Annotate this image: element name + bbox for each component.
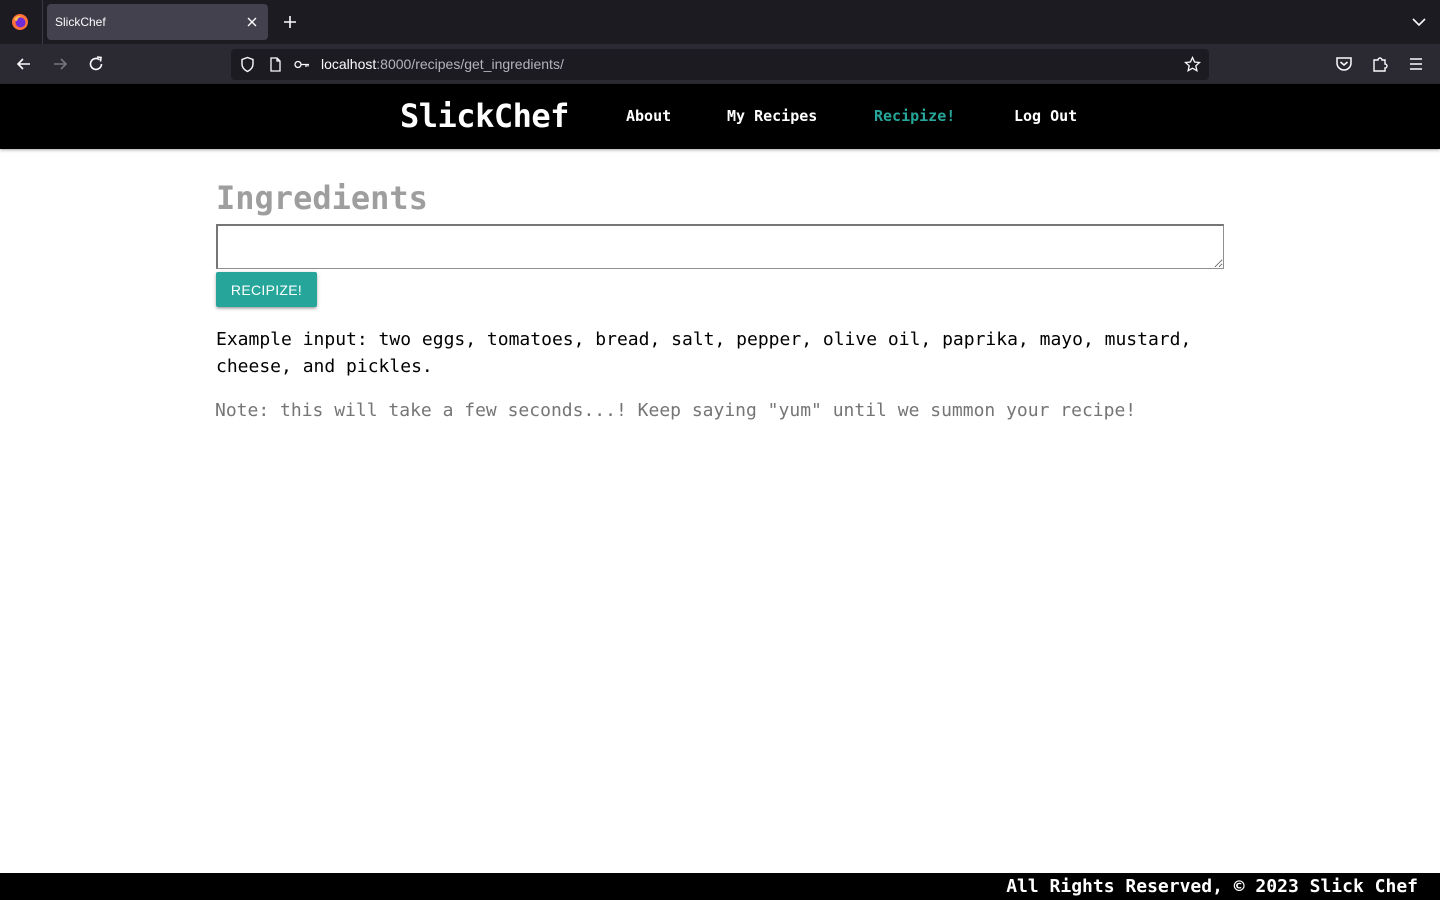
extensions-icon[interactable] [1370, 54, 1390, 74]
nav-link-my-recipes[interactable]: My Recipes [727, 107, 817, 125]
key-permissions-icon[interactable] [293, 56, 310, 73]
firefox-logo-icon [12, 14, 28, 30]
pocket-icon[interactable] [1334, 54, 1354, 74]
browser-navigation-bar: localhost:8000/recipes/get_ingredients/ [0, 44, 1440, 84]
browser-tab-bar: SlickChef [0, 0, 1440, 44]
forward-arrow-icon[interactable] [50, 54, 70, 74]
tracking-protection-shield-icon[interactable] [239, 56, 256, 73]
tab-title: SlickChef [55, 15, 106, 29]
browser-tab-active[interactable]: SlickChef [47, 4, 268, 40]
url-host: localhost [321, 56, 377, 72]
tab-separator [42, 0, 43, 44]
bookmark-star-icon[interactable] [1184, 56, 1201, 73]
application-menu-icon[interactable] [1406, 54, 1426, 74]
nav-link-log-out[interactable]: Log Out [1014, 107, 1077, 125]
page-info-icon[interactable] [267, 56, 284, 73]
close-tab-icon[interactable] [244, 14, 260, 30]
url-text[interactable]: localhost:8000/recipes/get_ingredients/ [321, 56, 564, 72]
reload-icon[interactable] [86, 54, 106, 74]
url-path: :8000/recipes/get_ingredients/ [376, 56, 564, 72]
new-tab-icon[interactable] [280, 12, 300, 32]
recipize-button[interactable]: RECIPIZE! [216, 272, 317, 307]
nav-link-about[interactable]: About [626, 107, 671, 125]
nav-link-recipize[interactable]: Recipize! [874, 107, 955, 125]
example-input-text: Example input: two eggs, tomatoes, bread… [216, 329, 1192, 377]
site-footer: All Rights Reserved, © 2023 Slick Chef [0, 873, 1440, 900]
site-header: SlickChef About My Recipes Recipize! Log… [0, 84, 1440, 149]
list-all-tabs-icon[interactable] [1410, 13, 1428, 31]
brand-logo-link[interactable]: SlickChef [400, 97, 569, 135]
address-bar[interactable]: localhost:8000/recipes/get_ingredients/ [231, 49, 1209, 80]
back-arrow-icon[interactable] [14, 54, 34, 74]
ingredients-heading: Ingredients [216, 179, 428, 217]
ingredients-textarea[interactable] [216, 224, 1224, 269]
note-text: Note: this will take a few seconds...! K… [215, 400, 1137, 421]
footer-copyright: All Rights Reserved, © 2023 Slick Chef [1006, 876, 1418, 897]
